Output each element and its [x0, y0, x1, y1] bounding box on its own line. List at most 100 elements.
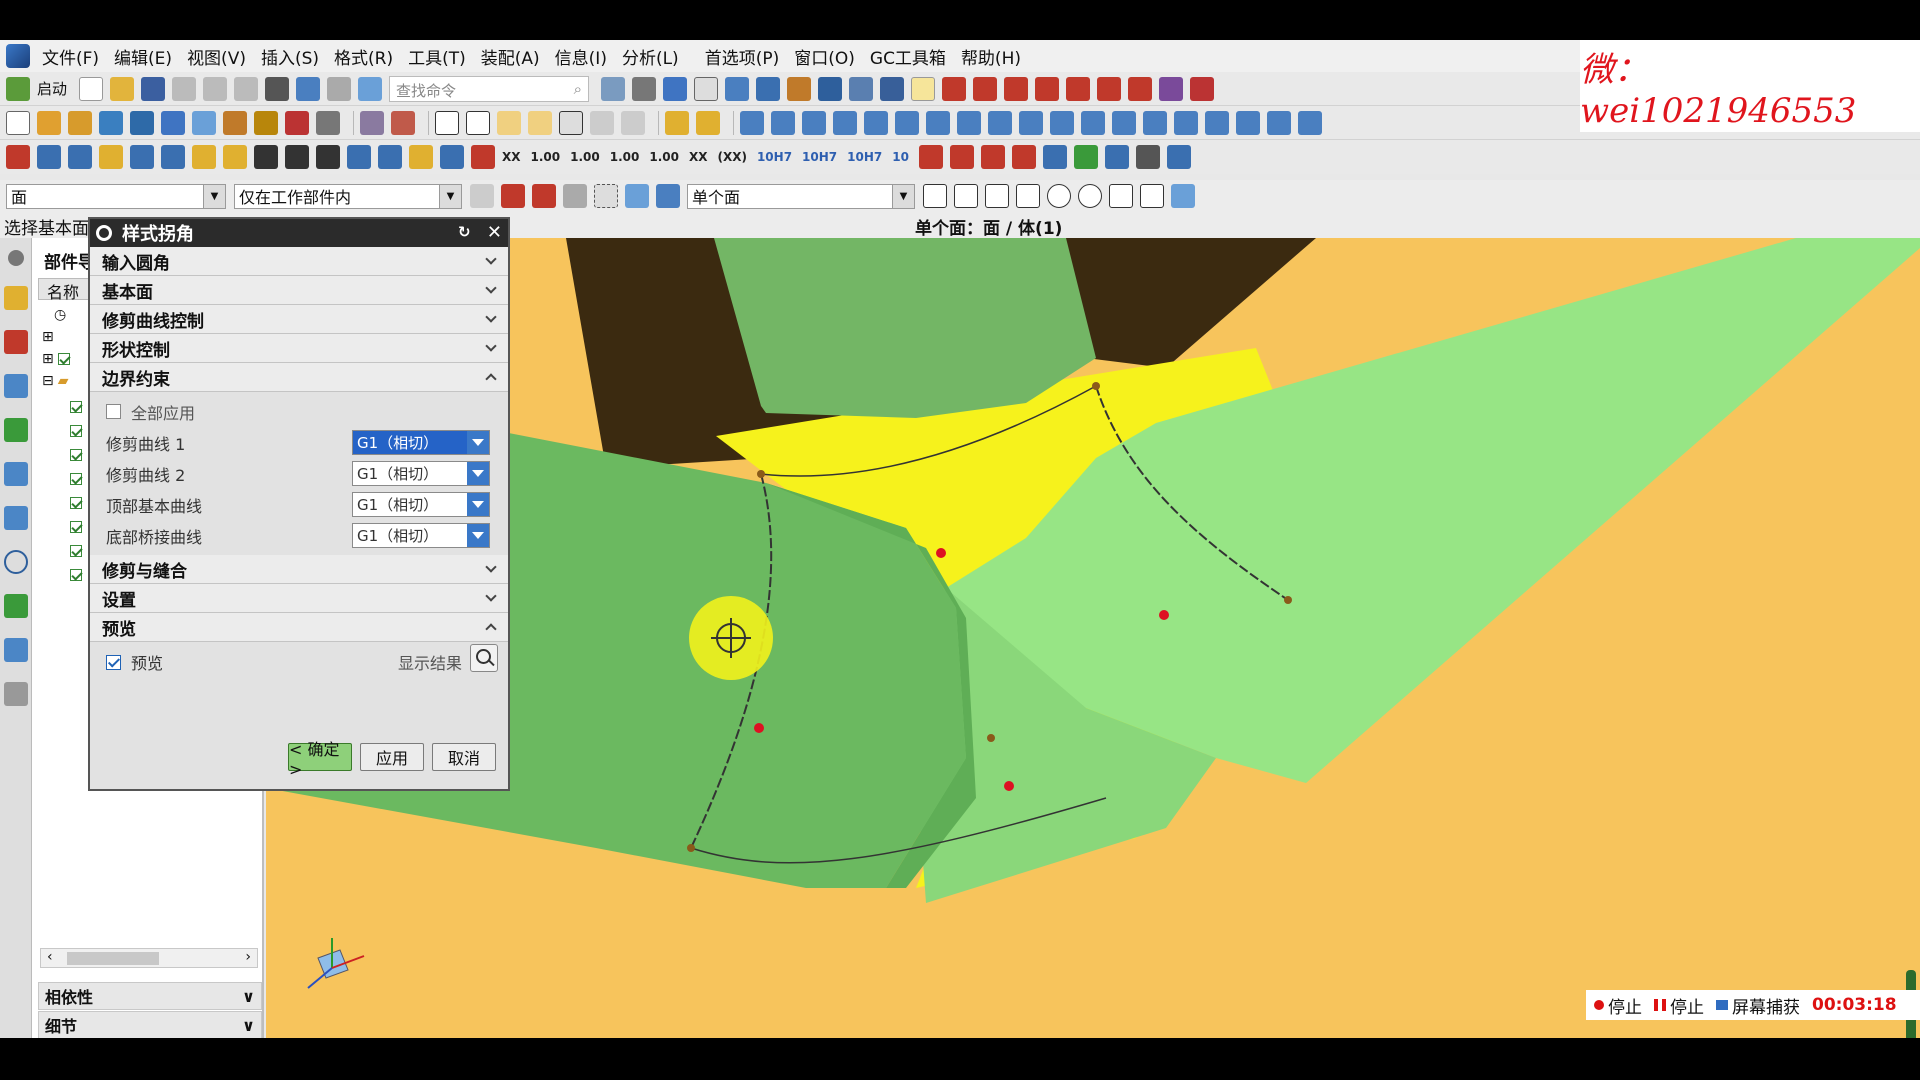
checkmark-icon[interactable] — [70, 449, 82, 461]
face-tool-icon-f[interactable] — [895, 110, 919, 135]
menu-assembly[interactable]: 装配(A) — [481, 44, 540, 69]
section-trim-curve-control[interactable]: 修剪曲线控制 — [90, 305, 508, 334]
gear-icon[interactable] — [96, 225, 112, 241]
start-button[interactable]: 启动 — [37, 78, 67, 99]
face-tool-icon-c[interactable] — [802, 110, 826, 135]
checkmark-icon[interactable] — [70, 545, 82, 557]
face-tool-icon-i[interactable] — [988, 110, 1012, 135]
face-tool-icon-s[interactable] — [1298, 110, 1322, 135]
arc-icon[interactable] — [1190, 76, 1215, 101]
face-tool-icon-b[interactable] — [771, 110, 795, 135]
annotation-icon-b[interactable] — [949, 145, 974, 169]
layer-icon[interactable] — [694, 76, 719, 101]
preview-checkbox[interactable] — [106, 654, 121, 670]
reset-icon[interactable]: ↻ — [458, 223, 478, 243]
snap-icon[interactable] — [911, 76, 936, 101]
face-tool-icon-a[interactable] — [740, 110, 764, 135]
face-tool-icon-j[interactable] — [1019, 110, 1043, 135]
dimension-format-6[interactable]: (XX) — [717, 150, 746, 164]
control-point[interactable] — [1159, 610, 1169, 620]
filter-icon-f[interactable] — [625, 184, 649, 208]
dialog-title-bar[interactable]: 样式拐角 ↻ ✕ — [90, 219, 508, 247]
pmi-icon-k[interactable] — [316, 145, 340, 169]
pmi-icon-h[interactable] — [223, 145, 247, 169]
section-input-blends[interactable]: 输入圆角 — [90, 247, 508, 276]
annotation-icon-f[interactable] — [1073, 145, 1098, 169]
start-icon[interactable] — [6, 76, 30, 101]
open-folder-icon[interactable] — [110, 76, 135, 101]
checkmark-icon[interactable] — [70, 425, 82, 437]
note-icon[interactable] — [590, 110, 614, 135]
new-file-icon[interactable] — [79, 76, 104, 101]
role-icon[interactable] — [4, 638, 28, 662]
center-point[interactable] — [987, 734, 995, 742]
trim-curve-1-continuity-select[interactable]: G1（相切） — [352, 430, 490, 455]
cube-view-icon[interactable] — [663, 76, 688, 101]
show-result-magnifier-icon[interactable] — [470, 644, 498, 672]
selection-scope-select[interactable]: 仅在工作部件内 ▼ — [234, 183, 462, 209]
assembly-icon-a[interactable] — [665, 110, 689, 135]
annotation-icon-e[interactable] — [1042, 145, 1067, 169]
render-style-icon[interactable] — [632, 76, 657, 101]
system-scene-icon[interactable] — [4, 682, 28, 706]
pmi-icon-o[interactable] — [440, 145, 464, 169]
curve-icon-d[interactable] — [1066, 76, 1091, 101]
history-icon[interactable] — [4, 506, 28, 530]
pause-icon[interactable] — [1654, 999, 1666, 1011]
triangle-icon[interactable] — [435, 110, 459, 135]
checkmark-icon[interactable] — [70, 401, 82, 413]
dimension-icon[interactable] — [880, 76, 905, 101]
clock-icon[interactable] — [4, 550, 28, 574]
mesh-icon[interactable] — [1159, 76, 1184, 101]
pmi-icon-b[interactable] — [37, 145, 61, 169]
revolve-icon[interactable] — [99, 110, 123, 135]
record-stop-icon[interactable] — [1594, 1000, 1604, 1010]
navigator-horizontal-scrollbar[interactable]: ‹ › — [40, 948, 258, 968]
filter-icon-c[interactable] — [532, 184, 556, 208]
snap-center-icon[interactable] — [1047, 184, 1071, 208]
filter-icon-e[interactable] — [594, 184, 618, 208]
pmi-icon-f[interactable] — [161, 145, 185, 169]
face-tool-icon-g[interactable] — [926, 110, 950, 135]
trim-curve-2-continuity-select[interactable]: G1（相切） — [352, 461, 490, 486]
snap-curve-icon[interactable] — [1140, 184, 1164, 208]
snap-control-icon[interactable] — [985, 184, 1009, 208]
table-icon[interactable] — [466, 110, 490, 135]
corner-point[interactable] — [757, 470, 765, 478]
top-base-curve-continuity-select[interactable]: G1（相切） — [352, 492, 490, 517]
capture-icon[interactable] — [1716, 1000, 1728, 1010]
block-icon[interactable] — [37, 110, 61, 135]
control-point[interactable] — [1004, 781, 1014, 791]
delete-icon[interactable] — [265, 76, 290, 101]
pmi-icon-d[interactable] — [99, 145, 123, 169]
pmi-icon-g[interactable] — [192, 145, 216, 169]
save-icon[interactable] — [141, 76, 166, 101]
screen-capture-button[interactable]: 屏幕捕获 — [1732, 993, 1800, 1018]
menu-help[interactable]: 帮助(H) — [961, 44, 1021, 69]
bridge-curve-icon[interactable] — [285, 110, 309, 135]
face-tool-icon-n[interactable] — [1143, 110, 1167, 135]
sweep-icon[interactable] — [130, 110, 154, 135]
upper-fillet-face[interactable] — [714, 238, 1096, 418]
checkmark-icon[interactable] — [70, 521, 82, 533]
dimension-format-4[interactable]: 1.00 — [649, 150, 679, 164]
dimension-format-3[interactable]: 1.00 — [610, 150, 640, 164]
extrude-icon[interactable] — [68, 110, 92, 135]
close-icon[interactable]: ✕ — [487, 222, 502, 243]
face-tool-icon-r[interactable] — [1267, 110, 1291, 135]
pmi-icon-n[interactable] — [409, 145, 433, 169]
snap-face-icon[interactable] — [1171, 184, 1195, 208]
corner-point[interactable] — [1092, 382, 1100, 390]
boolean-icon[interactable] — [161, 110, 185, 135]
face-tool-icon-k[interactable] — [1050, 110, 1074, 135]
window-icon[interactable] — [6, 110, 30, 135]
filter-icon-b[interactable] — [501, 184, 525, 208]
menu-info[interactable]: 信息(I) — [555, 44, 607, 69]
fit-view-icon[interactable] — [601, 76, 626, 101]
face-tool-icon-m[interactable] — [1112, 110, 1136, 135]
scrollbar-thumb[interactable] — [67, 952, 159, 965]
corner-point[interactable] — [687, 844, 695, 852]
annotation-icon-a[interactable] — [918, 145, 943, 169]
ok-button[interactable]: < 确定 > — [288, 740, 352, 779]
corner-point[interactable] — [1284, 596, 1292, 604]
